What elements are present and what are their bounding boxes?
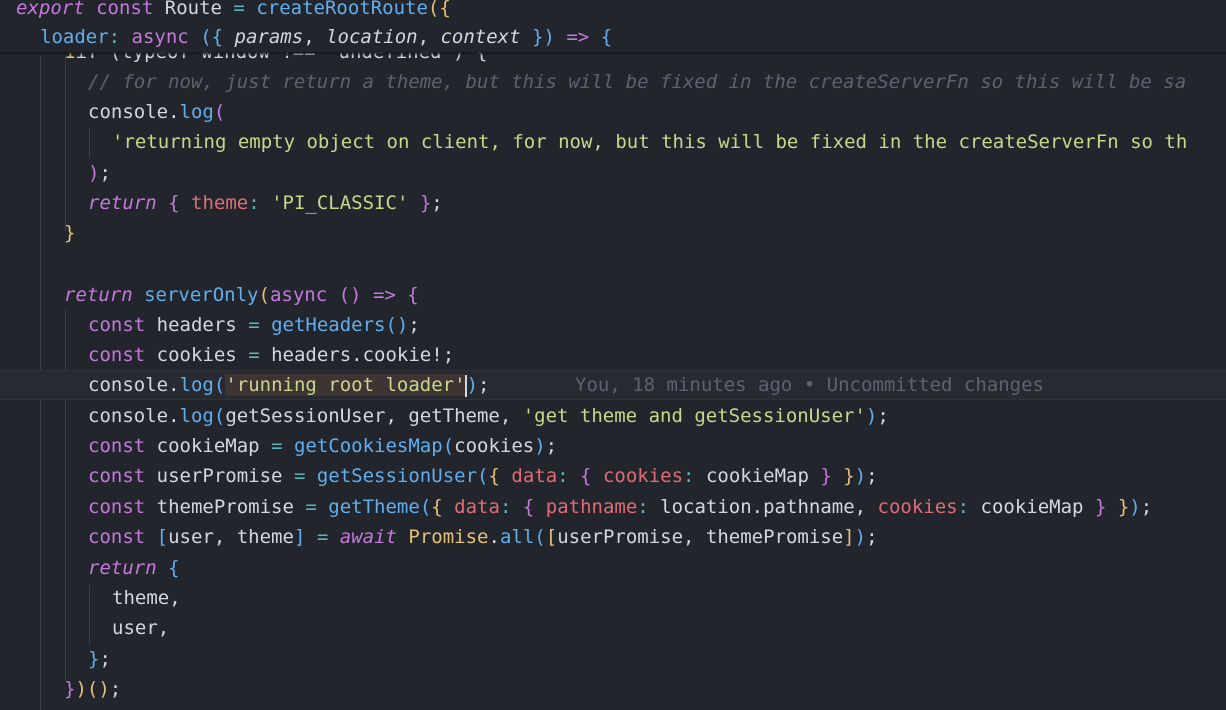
code-line-string-1[interactable]: 'returning empty object on client, for n… [0,127,1226,157]
pathname-value: location.pathname [660,496,855,518]
promise-args: userPromise, themePromise [557,526,844,548]
const-keyword: const [88,314,146,336]
cookies-prop: cookies [877,496,958,518]
createrootroute-fn: createRootRoute [256,0,428,19]
log-method: log [179,405,214,427]
code-line-cookiemap[interactable]: const cookieMap = getCookiesMap(cookies)… [0,431,1226,461]
cookiemap-var: cookieMap [156,435,260,457]
code-line-headers[interactable]: const headers = getHeaders(); [0,310,1226,340]
git-blame-annotation: You, 18 minutes ago • Uncommitted change… [575,374,1044,396]
equals-operator: = [233,0,245,19]
code-editor[interactable]: 1if (typeof window !== 'undefined') { //… [0,0,1226,710]
code-line-await-all[interactable]: const [user, theme] = await Promise.all(… [0,522,1226,552]
themepromise-var: themePromise [156,496,294,518]
log-args: getSessionUser, getTheme, [225,405,523,427]
arrow-operator: => [566,26,590,48]
sticky-scroll-header[interactable]: export const Route = createRootRoute({ l… [0,0,1226,52]
code-line-return-theme[interactable]: return { theme: 'PI_CLASSIC' }; [0,188,1226,218]
code-line-final[interactable]: })(); [0,674,1226,704]
open-brace: { [600,26,613,48]
string-literal: 'returning empty object on client, for n… [112,131,1188,153]
data-prop: data [454,496,500,518]
console-object: console [88,405,169,427]
open-params: ({ [200,26,224,48]
async-keyword: async [269,284,328,306]
cookie-expr: headers.cookie! [271,344,443,366]
code-line-close-return[interactable]: }; [0,644,1226,674]
code-line-cookies[interactable]: const cookies = headers.cookie!; [0,340,1226,370]
sticky-line-loader[interactable]: loader: async ({ params, location, conte… [0,22,1226,52]
await-keyword: await [339,526,397,548]
running-root-loader-string: running root loader [236,374,455,396]
const-keyword: const [88,465,146,487]
close-params: }) [532,26,555,48]
headers-var: headers [156,314,237,336]
const-keyword: const [96,0,154,19]
return-keyword: return [88,557,157,579]
const-keyword: const [88,496,146,518]
paren-open: ( [213,101,226,123]
log-method: log [179,374,214,396]
code-line-return-serveronly[interactable]: return serverOnly(async () => { [0,280,1226,310]
theme-field: theme, [112,587,181,609]
const-keyword: const [88,435,146,457]
cookiemap-value: cookieMap [980,496,1084,518]
code-line-user-field[interactable]: user, [0,613,1226,643]
promise-class: Promise [408,526,489,548]
context-param: context [440,26,521,48]
const-keyword: const [88,344,146,366]
code-line-close-paren[interactable]: ); [0,158,1226,188]
sticky-shadow [0,52,1226,56]
cookiemap-value: cookieMap [705,465,809,487]
code-line-console-log-1[interactable]: console.log( [0,97,1226,127]
export-keyword: export [16,0,85,19]
const-keyword: const [88,526,146,548]
code-line-console-log-3[interactable]: console.log(getSessionUser, getTheme, 'g… [0,401,1226,431]
params-param: params [234,26,304,48]
gettheme-fn: getTheme [328,496,420,518]
async-keyword: async [131,26,189,48]
cookies-prop: cookies [602,465,684,487]
console-object: console [88,374,169,396]
theme-value: 'PI_CLASSIC' [271,192,409,214]
code-line-userpromise[interactable]: const userPromise = getSessionUser({ dat… [0,461,1226,491]
loader-prop: loader [40,26,109,48]
code-line-comment[interactable]: // for now, just return a theme, but thi… [0,67,1226,97]
arrow-operator: => [372,284,396,306]
theme-prop: theme [191,192,249,214]
route-var: Route [164,0,222,19]
code-line-close-if[interactable]: } [0,218,1226,248]
code-line-theme-field[interactable]: theme, [0,583,1226,613]
cookies-arg: cookies [454,435,535,457]
console-object: console [88,101,169,123]
log-method: log [179,101,214,123]
getsessionuser-fn: getSessionUser [316,465,478,487]
user-field: user, [112,617,170,639]
code-line-return-obj[interactable]: return { [0,553,1226,583]
return-keyword: return [88,192,157,214]
pathname-prop: pathname [545,496,638,518]
all-method: all [499,526,535,548]
serveronly-fn: serverOnly [144,284,259,306]
return-keyword: return [64,284,133,306]
data-prop: data [511,465,558,487]
sticky-line-route[interactable]: export const Route = createRootRoute({ [0,0,1226,23]
colon: : [108,26,121,48]
userpromise-var: userPromise [156,465,283,487]
getheaders-fn: getHeaders [271,314,386,336]
location-param: location [326,26,418,48]
open-brackets: ({ [427,0,451,19]
cookies-var: cookies [156,344,237,366]
close-brace: } [64,222,76,244]
code-line-active[interactable]: console.log('running root loader'); You,… [0,370,1226,400]
getcookiesmap-fn: getCookiesMap [293,435,443,457]
code-line-themepromise[interactable]: const themePromise = getTheme({ data: { … [0,492,1226,522]
comment-text: // for now, just return a theme, but thi… [88,71,1187,93]
destructured-vars: user, theme [168,526,294,548]
log-string: 'get theme and getSessionUser' [522,405,866,427]
